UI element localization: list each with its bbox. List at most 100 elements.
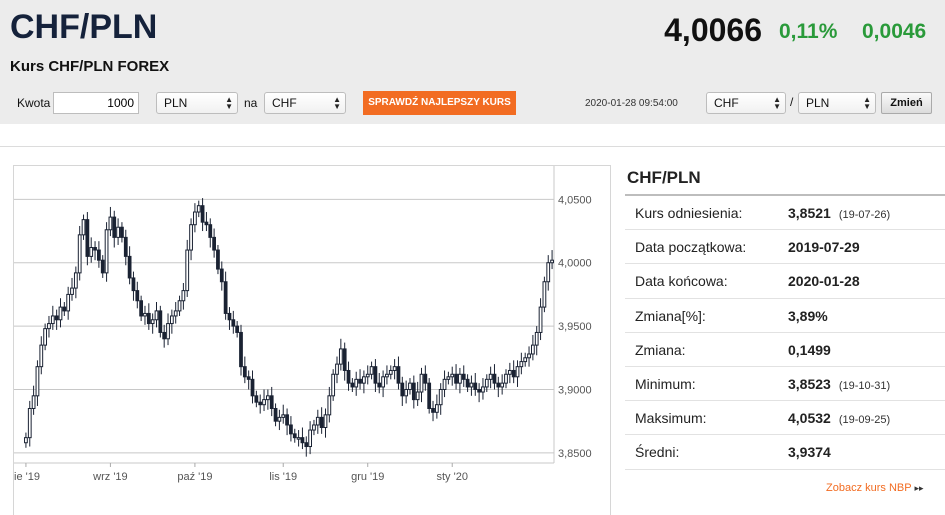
candle-body [450,373,455,378]
y-tick-label: 3,8500 [558,448,592,460]
candle-body [223,281,228,314]
candle-body [484,378,489,388]
info-row-value-text: 2020-01-28 [788,273,860,290]
candle-body [231,319,236,327]
candle-body [458,373,462,384]
candle-body [396,366,401,384]
candle-body [415,391,420,401]
candle-body [70,287,74,295]
candle-body [504,373,508,384]
candle-body [550,259,554,264]
candle-body [154,310,159,321]
info-row-value-text: 3,8523 [788,375,831,392]
candle-body [35,366,40,397]
to-currency-select[interactable]: CHF ▲ ▼ [264,92,346,114]
candle-body [300,437,305,444]
candle-body [500,382,505,388]
candle-body [404,388,409,397]
y-tick-label: 4,0500 [558,194,592,206]
candle-body [131,277,136,292]
candle-body [162,331,167,340]
candle-body [442,378,447,390]
pair-title: CHF/PLN [10,8,158,46]
candle-body [127,255,132,279]
candle-body [423,373,428,384]
candle-body [89,247,94,257]
candle-body [200,205,205,223]
candle-body [446,376,451,380]
info-row-label: Średni: [635,444,680,461]
base-currency-value: CHF [714,96,739,110]
candle-body [304,442,309,448]
header-bar: CHF/PLN Kurs CHF/PLN FOREX 4,0066 0,11% … [0,0,945,124]
base-currency-select[interactable]: CHF ▲ ▼ [706,92,786,114]
candle-body [312,424,316,431]
candle-body [27,407,32,439]
candle-body [273,407,278,422]
y-tick-label: 3,9500 [558,321,592,333]
info-row: Średni: 3,9374 [625,435,945,470]
candle-body [158,310,163,333]
candle-body [173,310,178,317]
change-pair-button[interactable]: Zmień [881,92,932,114]
candle-body [427,382,432,409]
nbp-rate-link[interactable]: Zobacz kurs NBP ▸▸ [826,482,924,494]
candlestick-chart[interactable]: 4,0500 4,0000 3,9500 3,9000 3,8500 ie '19 wrz … [14,166,610,509]
candle-body [139,300,144,317]
candle-body [511,369,516,378]
to-currency-value: CHF [272,96,297,110]
candle-body [454,373,458,384]
candle-body [208,224,213,238]
candle-body [327,395,332,416]
candle-body [166,323,170,340]
candle-body [189,224,193,251]
info-row-label: Zmiana[%]: [635,307,706,324]
candle-body [338,348,343,365]
quote-currency-select[interactable]: PLN ▲ ▼ [798,92,876,114]
info-title: CHF/PLN [625,160,945,196]
y-tick-label: 4,0000 [558,258,592,270]
info-row-date: (19-07-26) [838,209,891,221]
candle-body [254,395,259,403]
candle-body [181,290,186,302]
candle-body [39,344,44,368]
candle-body [546,262,551,283]
candle-body [308,429,313,448]
candle-body [196,205,201,213]
info-row-label: Zmiana: [635,341,686,358]
info-row-value-text: 2019-07-29 [788,239,860,256]
candle-body [85,219,90,257]
candle-body [385,373,389,378]
select-arrows-icon: ▲ ▼ [863,95,871,111]
candle-body [250,378,255,397]
candle-body [54,315,59,321]
candle-body [66,293,71,312]
info-rows: Kurs odniesienia: 3,8521 (19-07-26) Data po… [625,196,945,470]
candle-body [227,312,232,321]
info-row-label: Kurs odniesienia: [635,205,743,221]
info-row: Data początkowa: 2019-07-29 [625,230,945,265]
candle-body [369,366,374,375]
info-row-label: Data końcowa: [635,273,728,290]
candle-body [81,219,86,236]
candle-body [335,363,339,375]
candle-body [265,395,270,401]
candle-body [527,353,531,359]
candle-body [123,236,128,257]
info-row-value-text: 3,89% [788,307,828,324]
info-row-value-text: 3,9374 [788,444,831,461]
candle-body [481,386,485,393]
candle-body [296,437,301,440]
candle-body [100,259,105,274]
candle-body [465,378,470,388]
candle-body [239,331,243,368]
candle-body [469,382,474,388]
candle-body [77,234,82,274]
info-row-value: 3,8521 (19-07-26) [788,205,890,221]
best-rate-button[interactable]: SPRAWDŹ NAJLEPSZY KURS [363,91,516,115]
double-arrow-icon: ▸▸ [914,483,924,493]
amount-input[interactable]: 1000 [53,92,139,114]
from-currency-select[interactable]: PLN ▲ ▼ [156,92,238,114]
candle-body [146,312,151,325]
candle-body [377,382,382,388]
